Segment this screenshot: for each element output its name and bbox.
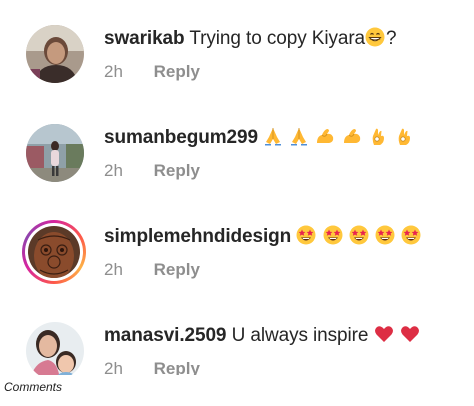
comment-meta: 2h Reply [104, 62, 200, 82]
flexed-biceps-emoji [343, 128, 360, 143]
ok-hand-emoji [372, 128, 384, 145]
red-heart-emoji [374, 326, 393, 342]
star-struck-emoji [296, 225, 316, 245]
avatar[interactable] [26, 25, 84, 83]
emoji-row [263, 124, 415, 148]
reply-button[interactable]: Reply [154, 161, 200, 180]
avatar-image [28, 226, 80, 278]
flexed-biceps-emoji [317, 128, 334, 143]
comment-line: swarikab Trying to copy Kiyara ? [104, 27, 397, 51]
red-heart-emoji [400, 326, 419, 342]
reply-button[interactable]: Reply [154, 359, 200, 375]
emoji-row [296, 223, 422, 247]
reply-button[interactable]: Reply [154, 62, 200, 81]
avatar-image [26, 322, 84, 375]
timestamp: 2h [104, 260, 123, 279]
timestamp: 2h [104, 161, 123, 180]
comment-item: manasvi.2509 U always inspire 2h Reply [0, 297, 474, 375]
username[interactable]: swarikab [104, 28, 185, 49]
username[interactable]: sumanbegum299 [104, 127, 258, 148]
reply-button[interactable]: Reply [154, 260, 200, 279]
comment-trailing-text: ? [386, 28, 397, 50]
star-struck-emoji [401, 225, 421, 245]
comment-line: sumanbegum299 [104, 126, 415, 150]
avatar-image [26, 25, 84, 83]
comment-text: Trying to copy Kiyara [189, 28, 366, 50]
comment-meta: 2h Reply [104, 359, 200, 375]
comment-item: swarikab Trying to copy Kiyara ? 2h Repl… [0, 0, 474, 98]
star-struck-emoji [323, 225, 343, 245]
emoji-row [374, 322, 421, 346]
username[interactable]: manasvi.2509 [104, 325, 227, 346]
star-struck-emoji [375, 225, 395, 245]
avatar-image [26, 124, 84, 182]
folded-hands-emoji [291, 127, 308, 146]
folded-hands-emoji [265, 127, 282, 146]
ok-hand-emoji [398, 128, 411, 145]
comments-list: swarikab Trying to copy Kiyara ? 2h Repl… [0, 0, 474, 375]
image-caption: Comments [4, 380, 63, 394]
avatar[interactable] [26, 124, 84, 182]
avatar[interactable] [26, 322, 84, 375]
timestamp: 2h [104, 62, 123, 81]
comment-meta: 2h Reply [104, 260, 200, 280]
emoji-row [365, 25, 386, 49]
grin-emoji [365, 27, 385, 47]
star-struck-emoji [349, 225, 369, 245]
comment-text: U always inspire [231, 325, 369, 347]
comment-meta: 2h Reply [104, 161, 200, 181]
comment-item: sumanbegum299 2h Reply [0, 99, 474, 197]
comment-line: simplemehndidesign [104, 225, 422, 249]
comment-item: simplemehndidesign 2h Reply [0, 198, 474, 296]
timestamp: 2h [104, 359, 123, 375]
avatar-with-story-ring[interactable] [22, 220, 86, 284]
comment-line: manasvi.2509 U always inspire [104, 324, 421, 348]
username[interactable]: simplemehndidesign [104, 226, 291, 247]
